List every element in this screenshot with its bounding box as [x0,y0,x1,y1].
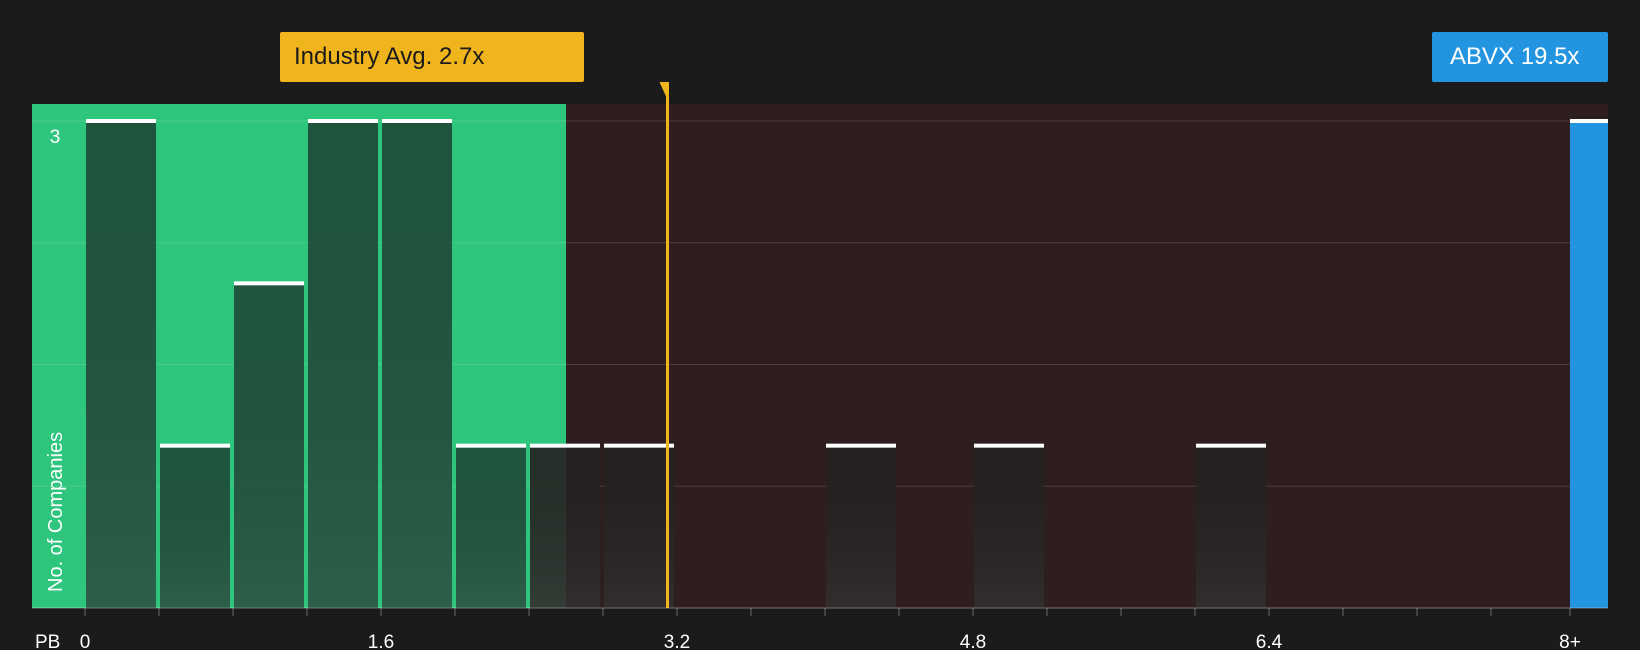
x-tick-label: 1.6 [368,632,394,650]
histogram-bar-cap [456,443,526,448]
histogram-bar-cap [160,443,230,448]
x-tick-label: 8+ [1559,632,1581,650]
histogram-bar-group [382,119,452,608]
x-tick-label: 0 [80,632,91,650]
histogram-bar-group [1196,443,1266,608]
industry-callout-pointer [659,82,669,102]
histogram-bar-shade [826,445,896,608]
histogram-bar-shade [86,121,156,608]
histogram-bar-shade [1196,445,1266,608]
histogram-bar-cap [234,281,304,286]
histogram-bar-shade [382,121,452,608]
x-tick-label: 4.8 [960,632,986,650]
histogram-bar-group [456,443,526,608]
histogram-bar-shade [234,283,304,608]
histogram-bar-group [530,443,600,608]
industry-average-callout: Industry Avg. 2.7x [280,32,584,82]
histogram-bar-shade [456,445,526,608]
x-tick-label: 3.2 [664,632,690,650]
histogram-bar-group [160,443,230,608]
histogram-bar-cap [86,119,156,123]
histogram-bar-cap [604,443,674,448]
histogram-bar-shade [604,445,674,608]
histogram-bar-cap [1570,119,1608,123]
histogram-bar-cap [826,443,896,448]
histogram-bar-shade [974,445,1044,608]
histogram-bar-group [974,443,1044,608]
histogram-bar-group [86,119,156,608]
pb-distribution-chart: 0 1.6 3.2 4.8 6.4 8+ 3 No. of Companies PB [32,82,1608,650]
histogram-bar-group [234,281,304,608]
x-tick-label: 6.4 [1256,632,1283,650]
histogram-bar-shade [308,121,378,608]
x-axis-label: PB [35,632,60,650]
histogram-bar-group [1570,119,1608,608]
histogram-bar-group [308,119,378,608]
y-tick-label: 3 [50,127,61,148]
histogram-bar-cap [382,119,452,123]
histogram-bar [1570,121,1608,608]
histogram-bar-shade [530,445,600,608]
histogram-bar-cap [974,443,1044,448]
overvalued-zone [566,104,1608,608]
histogram-bar-shade [160,445,230,608]
histogram-bar-cap [308,119,378,123]
histogram-bar-cap [530,443,600,448]
histogram-bar-group [826,443,896,608]
company-callout: ABVX 19.5x [1432,32,1608,82]
histogram-bar-group [604,443,674,608]
histogram-bar-cap [1196,443,1266,448]
y-axis-label: No. of Companies [45,432,67,592]
